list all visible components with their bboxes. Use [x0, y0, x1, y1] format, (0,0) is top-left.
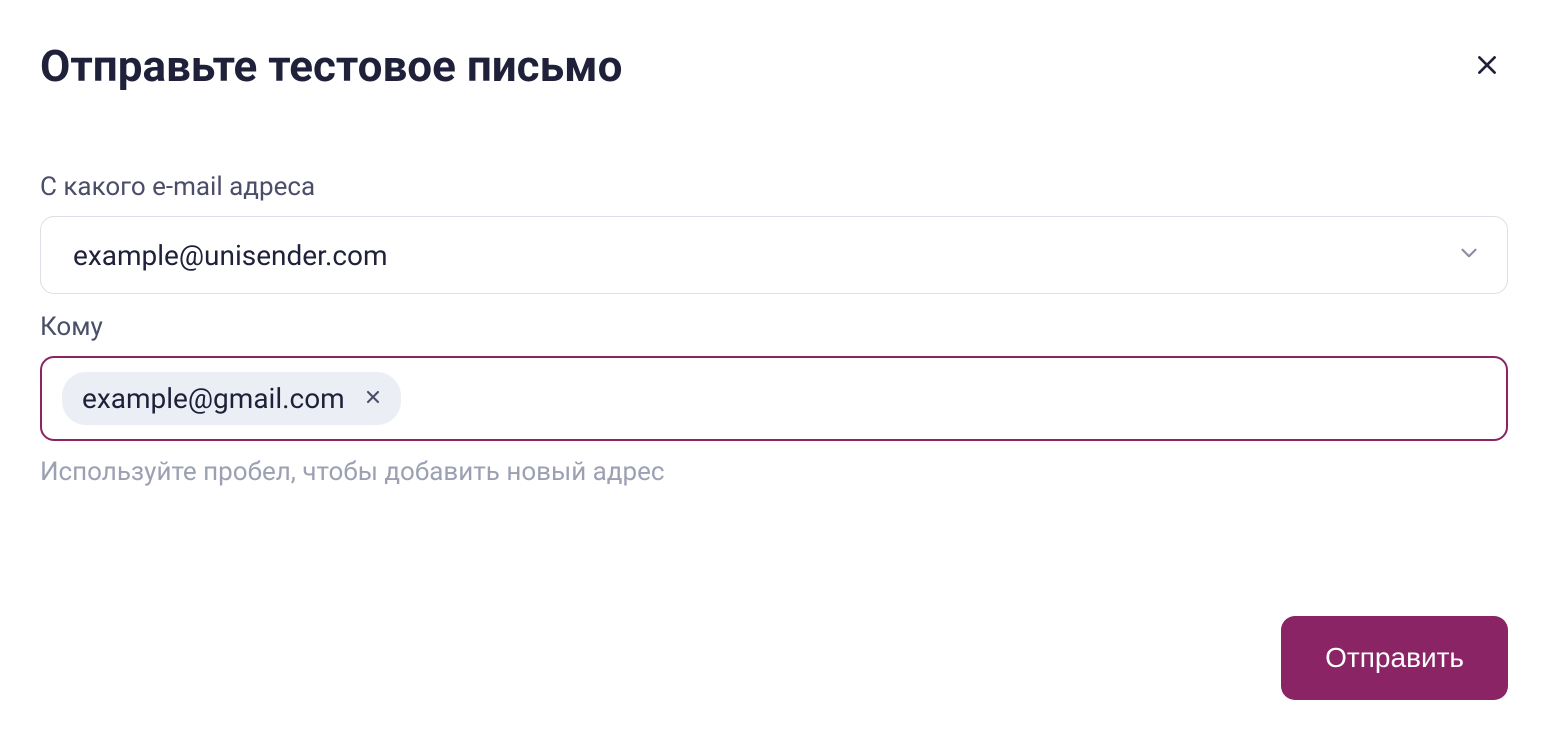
dialog-title: Отправьте тестовое письмо: [40, 40, 622, 92]
from-email-select[interactable]: example@unisender.com: [40, 216, 1508, 294]
close-icon: [363, 387, 383, 410]
to-email-label: Кому: [40, 312, 1508, 342]
email-tag-text: example@gmail.com: [82, 382, 345, 415]
from-email-value: example@unisender.com: [73, 239, 388, 272]
to-email-input[interactable]: example@gmail.com: [40, 356, 1508, 441]
from-email-label: С какого e-mail адреса: [40, 172, 1508, 202]
remove-tag-button[interactable]: [361, 385, 385, 412]
send-button[interactable]: Отправить: [1281, 616, 1508, 700]
email-tag: example@gmail.com: [62, 372, 401, 425]
to-email-hint: Используйте пробел, чтобы добавить новый…: [40, 457, 1508, 487]
close-button[interactable]: [1466, 44, 1508, 89]
close-icon: [1474, 52, 1500, 81]
